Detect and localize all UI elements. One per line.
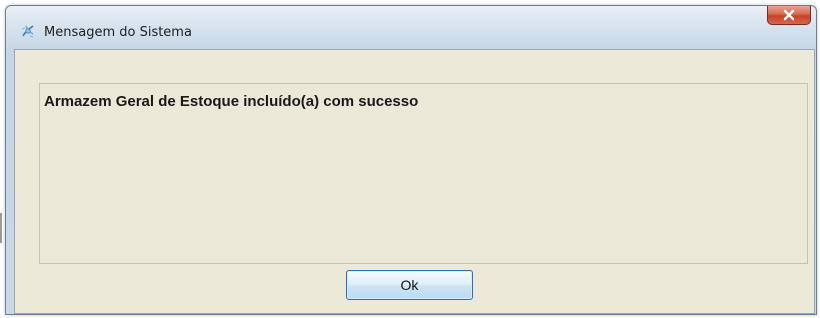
message-dialog: Mensagem do Sistema Armazem Geral de Est…	[5, 5, 817, 315]
message-text: Armazem Geral de Estoque incluído(a) com…	[44, 93, 419, 110]
ok-button[interactable]: Ok	[346, 270, 473, 300]
dialog-title: Mensagem do Sistema	[44, 25, 192, 40]
system-message-icon	[20, 23, 36, 39]
title-bar[interactable]: Mensagem do Sistema	[6, 6, 816, 50]
close-button[interactable]	[767, 6, 811, 25]
close-x-icon	[783, 9, 795, 21]
message-panel: Armazem Geral de Estoque incluído(a) com…	[39, 83, 808, 264]
background-edge-mark	[0, 213, 2, 243]
dialog-body: Armazem Geral de Estoque incluído(a) com…	[14, 49, 815, 314]
